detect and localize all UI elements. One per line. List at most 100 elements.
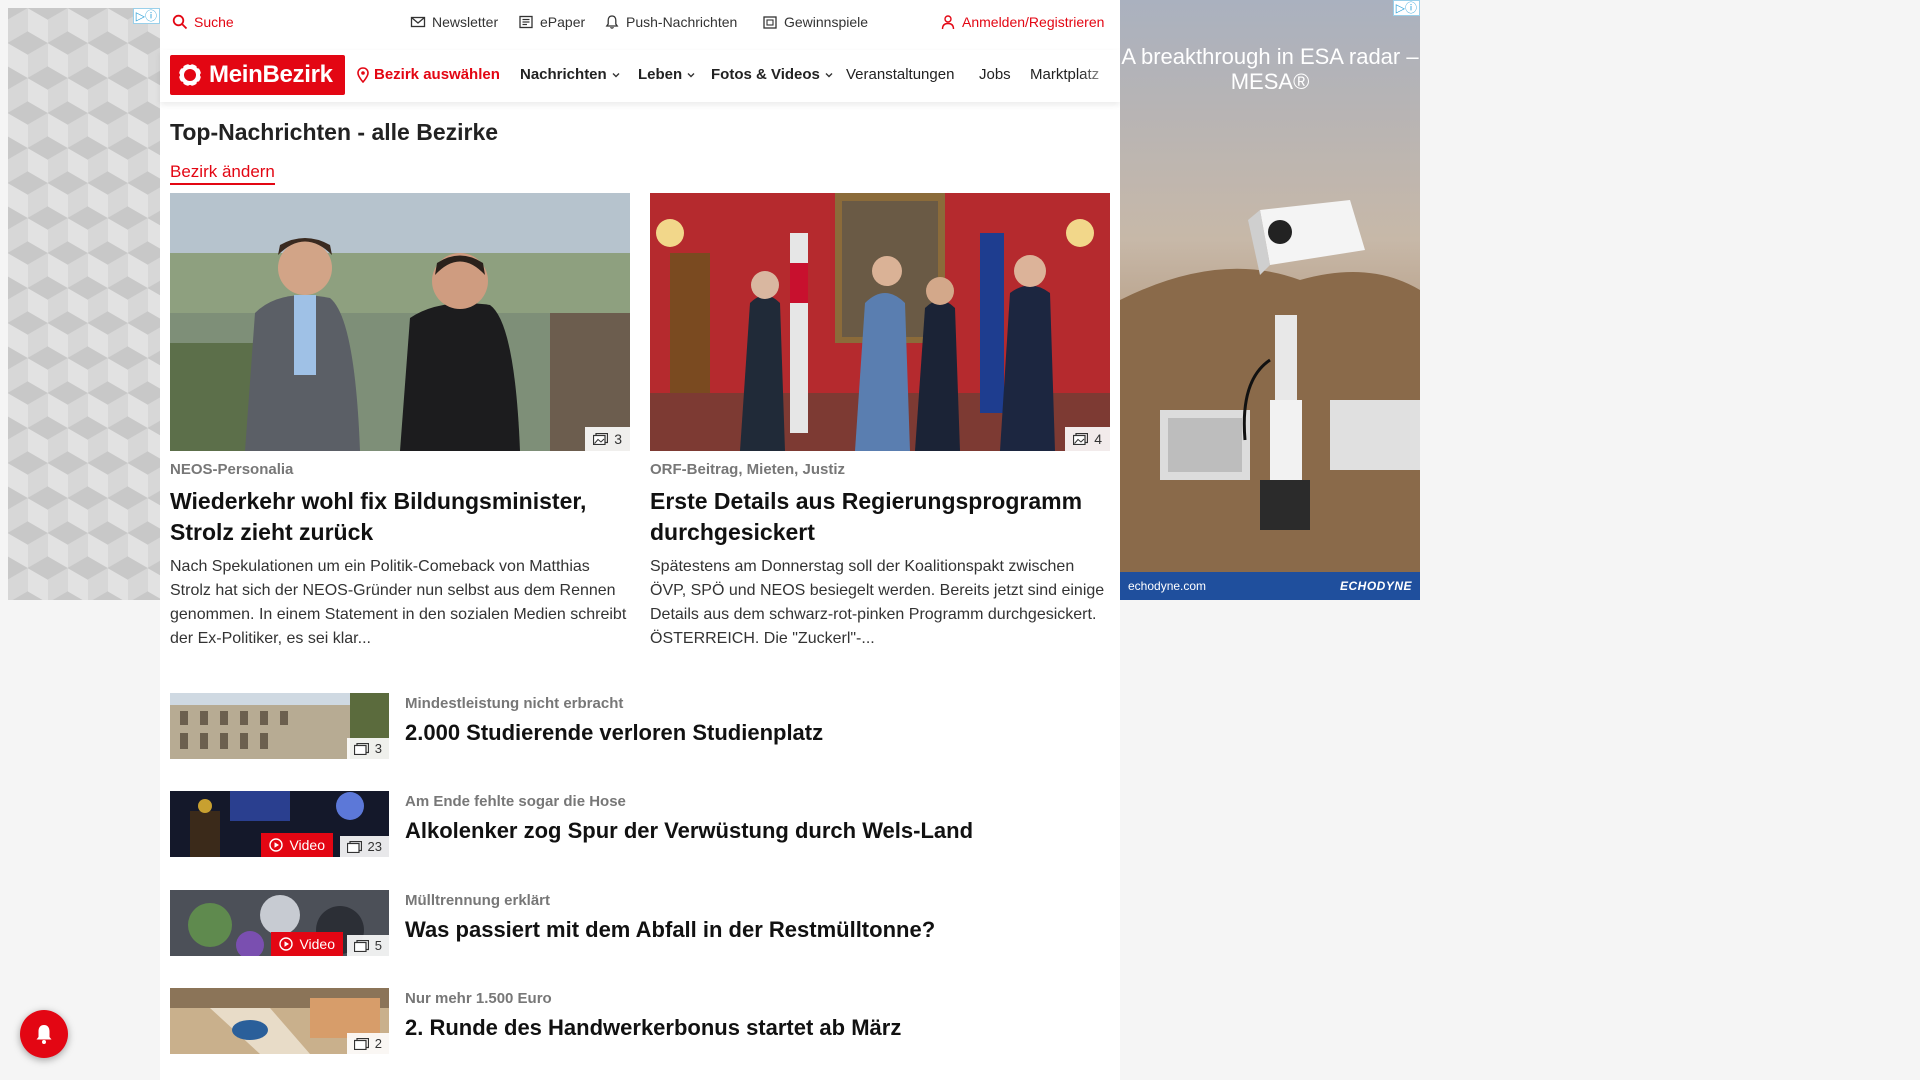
featured-article-1[interactable]: 3 NEOS-Personalia Wiederkehr wohl fix Bi…	[170, 193, 630, 651]
sweepstakes-link[interactable]: Gewinnspiele	[762, 14, 868, 30]
push-notifications-label: Push-Nachrichten	[626, 14, 738, 30]
adchoices-icon[interactable]: ▷ⓘ	[1392, 0, 1420, 16]
image-count-badge: 2	[346, 1033, 389, 1054]
article-teaser: Nach Spekulationen um ein Politik-Comeba…	[170, 558, 627, 647]
notification-bell-button[interactable]	[20, 1010, 68, 1058]
logo-text: MeinBezirk	[209, 61, 333, 88]
gallery-icon	[1073, 433, 1089, 445]
nav-item-label: Nachrichten	[520, 66, 607, 83]
top-utility-bar: Suche Newsletter ePaper Push-Nachrichten…	[160, 0, 1120, 46]
article-kicker: NEOS-Personalia	[170, 461, 294, 478]
chevron-down-icon	[825, 72, 833, 77]
chevron-down-icon	[687, 72, 695, 77]
article-thumbnail[interactable]: 3	[170, 693, 389, 759]
radar-device-image	[1120, 200, 1420, 580]
ad-brand-logo: ECHODYNE	[1339, 579, 1412, 593]
search-label: Suche	[194, 14, 234, 30]
nav-item-leben[interactable]: Leben	[638, 66, 696, 83]
bell-icon	[605, 15, 619, 29]
nav-item-label: Fotos & Videos	[711, 66, 820, 83]
article-kicker: ORF-Beitrag, Mieten, Justiz	[650, 461, 846, 478]
left-skyscraper-ad[interactable]: ▷ⓘ	[8, 8, 160, 600]
article-kicker: Mindestleistung nicht erbracht	[405, 695, 624, 712]
nav-item-fotos-videos[interactable]: Fotos & Videos	[711, 66, 834, 83]
gallery-icon	[353, 1037, 369, 1050]
login-label: Anmelden/Registrieren	[962, 14, 1105, 30]
gallery-icon	[353, 742, 369, 755]
video-badge: Video	[271, 932, 343, 956]
nav-item-label: Jobs	[979, 66, 1011, 83]
article-headline[interactable]: 2. Runde des Handwerkerbonus startet ab …	[405, 1015, 901, 1041]
image-count-badge: 5	[346, 935, 389, 956]
newsletter-label: Newsletter	[432, 14, 499, 30]
video-label: Video	[299, 936, 335, 952]
login-link[interactable]: Anmelden/Registrieren	[940, 14, 1104, 30]
image-count-badge: 3	[585, 427, 630, 451]
epaper-link[interactable]: ePaper	[518, 14, 585, 30]
main-navigation: MeinBezirk Bezirk auswählen Nachrichten …	[160, 50, 1120, 102]
article-list-item[interactable]: 3 Mindestleistung nicht erbracht 2.000 S…	[170, 693, 1110, 759]
search-link[interactable]: Suche	[172, 14, 234, 30]
meinbezirk-logo[interactable]: MeinBezirk	[170, 55, 345, 95]
newsletter-link[interactable]: Newsletter	[410, 14, 498, 30]
image-count: 5	[374, 938, 382, 953]
ad-footer: echodyne.com ECHODYNE	[1120, 572, 1420, 600]
right-display-ad[interactable]: ▷ⓘ A breakthrough in ESA radar – MESA® e…	[1120, 0, 1420, 600]
article-kicker: Am Ende fehlte sogar die Hose	[405, 793, 626, 810]
article-headline[interactable]: Erste Details aus Regierungsprogramm dur…	[650, 486, 1110, 548]
main-column: Suche Newsletter ePaper Push-Nachrichten…	[160, 0, 1120, 1080]
featured-article-2[interactable]: 4 ORF-Beitrag, Mieten, Justiz Erste Deta…	[650, 193, 1110, 651]
article-photo	[170, 193, 630, 451]
ad-domain: echodyne.com	[1128, 579, 1207, 593]
article-kicker: Nur mehr 1.500 Euro	[405, 990, 552, 1007]
article-list-item[interactable]: Video 23 Am Ende fehlte sogar die Hose A…	[170, 791, 1110, 857]
user-icon	[941, 15, 955, 30]
video-label: Video	[289, 837, 325, 853]
play-icon	[269, 838, 284, 852]
article-thumbnail[interactable]: Video 5	[170, 890, 389, 956]
chevron-down-icon	[612, 72, 620, 77]
select-district-button[interactable]: Bezirk auswählen	[356, 66, 500, 83]
location-pin-icon	[357, 66, 369, 83]
adchoices-icon[interactable]: ▷ⓘ	[132, 8, 160, 24]
bell-icon	[36, 1025, 52, 1044]
image-count: 4	[1094, 431, 1102, 447]
article-image[interactable]: 3	[170, 193, 630, 451]
select-district-label: Bezirk auswählen	[374, 66, 500, 83]
play-icon	[279, 937, 294, 951]
nav-item-veranstaltungen[interactable]: Veranstaltungen	[846, 66, 954, 83]
image-count: 3	[374, 741, 382, 756]
page-title: Top-Nachrichten - alle Bezirke	[170, 119, 499, 145]
article-headline[interactable]: 2.000 Studierende verloren Studienplatz	[405, 720, 823, 746]
article-image[interactable]: 4	[650, 193, 1110, 451]
nav-item-jobs[interactable]: Jobs	[979, 66, 1011, 83]
article-photo	[650, 193, 1110, 451]
nav-overflow-fade	[1080, 50, 1120, 102]
image-count-badge: 4	[1065, 427, 1110, 451]
epaper-label: ePaper	[540, 14, 586, 30]
image-count-badge: 3	[346, 738, 389, 759]
gift-icon	[763, 16, 777, 29]
image-count-badge: 23	[339, 836, 389, 857]
push-notifications-link[interactable]: Push-Nachrichten	[604, 14, 737, 30]
article-thumbnail[interactable]: Video 23	[170, 791, 389, 857]
gallery-icon	[346, 840, 362, 853]
article-thumbnail[interactable]: 2	[170, 988, 389, 1054]
change-district-link[interactable]: Bezirk ändern	[170, 162, 275, 185]
image-count: 2	[374, 1036, 382, 1051]
search-icon	[172, 14, 188, 30]
logo-gear-icon	[176, 61, 204, 89]
nav-item-label: Leben	[638, 66, 683, 83]
image-count: 23	[367, 839, 382, 854]
nav-item-nachrichten[interactable]: Nachrichten	[520, 66, 621, 83]
newspaper-icon	[519, 15, 533, 29]
nav-item-label: Veranstaltungen	[846, 66, 955, 83]
article-list-item[interactable]: Video 5 Mülltrennung erklärt Was passier…	[170, 890, 1110, 956]
sweepstakes-label: Gewinnspiele	[784, 14, 869, 30]
article-teaser: Spätestens am Donnerstag soll der Koalit…	[650, 558, 1105, 647]
article-headline[interactable]: Alkolenker zog Spur der Verwüstung durch…	[405, 818, 973, 844]
article-headline[interactable]: Wiederkehr wohl fix Bildungsminister, St…	[170, 486, 630, 548]
article-headline[interactable]: Was passiert mit dem Abfall in der Restm…	[405, 917, 935, 943]
article-list-item[interactable]: 2 Nur mehr 1.500 Euro 2. Runde des Handw…	[170, 988, 1110, 1054]
ad-headline: A breakthrough in ESA radar – MESA®	[1121, 44, 1419, 94]
